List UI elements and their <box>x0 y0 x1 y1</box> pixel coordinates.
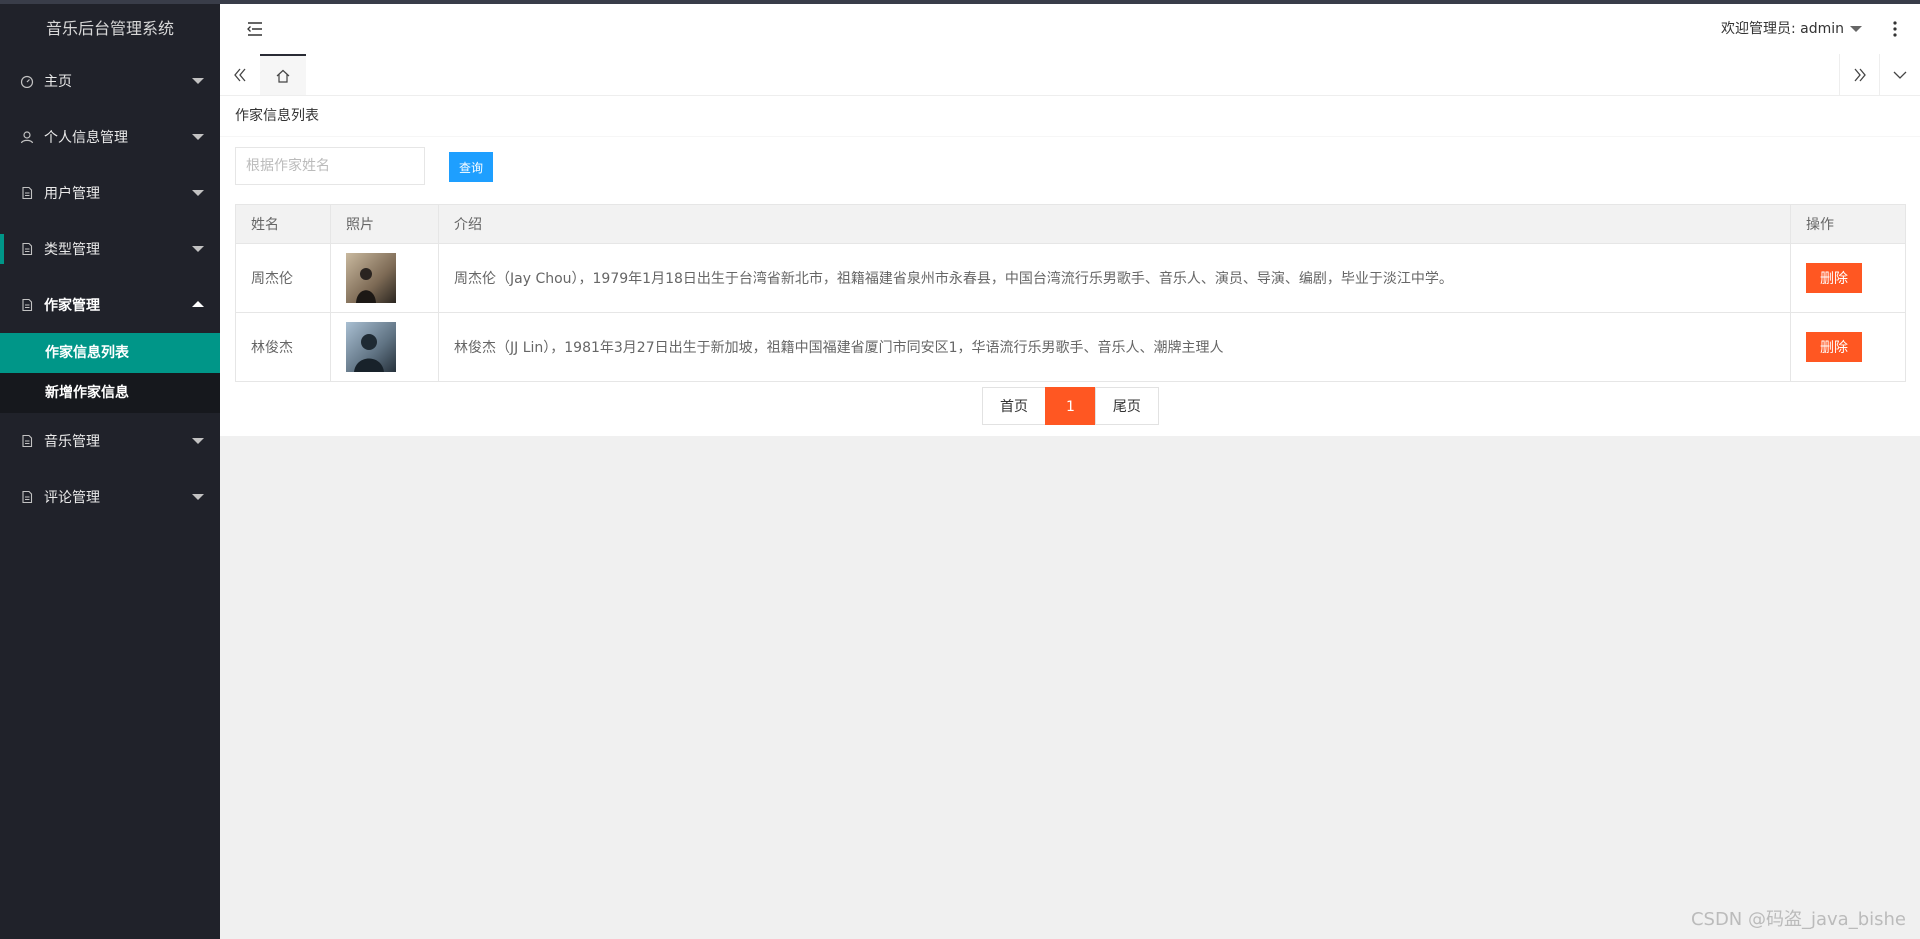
sidebar-item-comments[interactable]: 评论管理 <box>0 469 220 525</box>
table-row: 周杰伦 周杰伦（Jay Chou），1979年1月18日出生于台湾省新北市，祖籍… <box>235 243 1906 313</box>
dashboard-icon <box>20 74 34 88</box>
caret-down-icon <box>1850 26 1862 32</box>
writer-table: 姓名 照片 介绍 操作 周杰伦 周杰伦（Jay Chou），1979年1月18日… <box>235 204 1906 382</box>
file-icon <box>20 298 34 312</box>
writer-photo <box>346 253 396 303</box>
column-header: 介绍 <box>438 204 1791 244</box>
tab-home[interactable] <box>260 54 306 95</box>
search-input[interactable] <box>235 147 425 185</box>
writer-photo-cell <box>330 243 439 313</box>
sidebar: 音乐后台管理系统 主页 个人信息管理 用户管理 类型管理 作家管理 作家信息列表… <box>0 4 220 939</box>
tab-options-button[interactable] <box>1879 54 1920 95</box>
chevron-down-icon <box>192 134 204 140</box>
menu-fold-icon[interactable] <box>246 20 264 38</box>
column-header: 操作 <box>1790 204 1906 244</box>
user-icon <box>20 130 34 144</box>
file-icon <box>20 434 34 448</box>
content-card: 作家信息列表 查询 姓名 照片 介绍 操作 周杰伦 <box>220 96 1920 436</box>
sidebar-item-profile[interactable]: 个人信息管理 <box>0 109 220 165</box>
current-page[interactable]: 1 <box>1045 387 1096 425</box>
first-page-button[interactable]: 首页 <box>982 387 1046 425</box>
top-header: 欢迎管理员: admin <box>220 4 1920 55</box>
sidebar-item-writers[interactable]: 作家管理 <box>0 277 220 333</box>
writer-intro: 林俊杰（JJ Lin），1981年3月27日出生于新加坡，祖籍中国福建省厦门市同… <box>438 312 1791 382</box>
sidebar-submenu-writers: 作家信息列表 新增作家信息 <box>0 333 220 413</box>
page-title: 作家信息列表 <box>220 96 1920 137</box>
double-chevron-left-icon <box>234 68 246 81</box>
chevron-up-icon <box>192 301 204 307</box>
writer-photo <box>346 322 396 372</box>
pagination: 首页 1 尾页 <box>982 387 1159 425</box>
file-icon <box>20 490 34 504</box>
chevron-down-icon <box>192 246 204 252</box>
writer-name: 林俊杰 <box>235 312 331 382</box>
writer-photo-cell <box>330 312 439 382</box>
sidebar-item-label: 音乐管理 <box>44 434 100 450</box>
sidebar-item-label: 个人信息管理 <box>44 130 128 146</box>
double-chevron-right-icon <box>1854 68 1866 81</box>
sidebar-item-label: 评论管理 <box>44 490 100 506</box>
search-button[interactable]: 查询 <box>449 152 493 182</box>
action-cell: 删除 <box>1790 312 1906 382</box>
file-icon <box>20 186 34 200</box>
welcome-text: 欢迎管理员: admin <box>1720 21 1844 37</box>
delete-button[interactable]: 删除 <box>1806 332 1862 362</box>
sidebar-item-label: 主页 <box>44 74 72 90</box>
action-cell: 删除 <box>1790 243 1906 313</box>
sidebar-item-users[interactable]: 用户管理 <box>0 165 220 221</box>
chevron-down-icon <box>1893 71 1907 79</box>
table-header-row: 姓名 照片 介绍 操作 <box>235 204 1906 244</box>
user-menu[interactable]: 欢迎管理员: admin <box>1721 4 1862 54</box>
writer-intro: 周杰伦（Jay Chou），1979年1月18日出生于台湾省新北市，祖籍福建省泉… <box>438 243 1791 313</box>
chevron-down-icon <box>192 494 204 500</box>
sidebar-item-label: 用户管理 <box>44 186 100 202</box>
active-indicator <box>0 234 4 264</box>
watermark: CSDN @码盗_java_bishe <box>1690 909 1906 930</box>
sidebar-subitem-add-writer[interactable]: 新增作家信息 <box>0 373 220 413</box>
tab-bar <box>220 54 1920 96</box>
sidebar-item-music[interactable]: 音乐管理 <box>0 413 220 469</box>
delete-button[interactable]: 删除 <box>1806 263 1862 293</box>
sidebar-subitem-writer-list[interactable]: 作家信息列表 <box>0 333 220 373</box>
column-header: 照片 <box>330 204 439 244</box>
file-icon <box>20 242 34 256</box>
last-page-button[interactable]: 尾页 <box>1094 387 1159 425</box>
chevron-down-icon <box>192 78 204 84</box>
chevron-down-icon <box>192 438 204 444</box>
sidebar-item-label: 类型管理 <box>44 242 100 258</box>
app-logo-title: 音乐后台管理系统 <box>45 19 174 38</box>
sidebar-item-label: 作家管理 <box>44 298 100 314</box>
home-icon <box>276 69 290 83</box>
column-header: 姓名 <box>235 204 331 244</box>
more-vertical-icon[interactable] <box>1892 20 1898 38</box>
tab-scroll-left-button[interactable] <box>220 54 261 95</box>
tab-scroll-right-button[interactable] <box>1839 54 1880 95</box>
table-row: 林俊杰 林俊杰（JJ Lin），1981年3月27日出生于新加坡，祖籍中国福建省… <box>235 312 1906 382</box>
chevron-down-icon <box>192 190 204 196</box>
writer-name: 周杰伦 <box>235 243 331 313</box>
sidebar-item-home[interactable]: 主页 <box>0 53 220 109</box>
sidebar-item-types[interactable]: 类型管理 <box>0 221 220 277</box>
